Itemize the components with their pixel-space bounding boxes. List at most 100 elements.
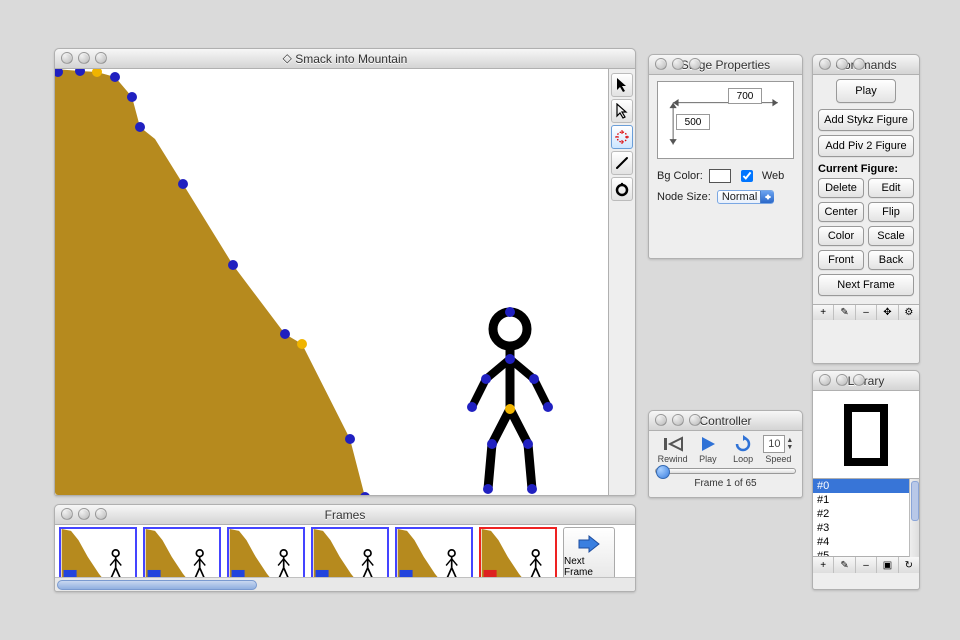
circle-tool[interactable]: [611, 177, 633, 201]
lib-edit-icon[interactable]: ✎: [834, 557, 855, 573]
library-item[interactable]: #3: [813, 521, 919, 535]
poly-node[interactable]: [127, 92, 137, 102]
stage-dimensions-box: [657, 81, 794, 159]
play-button[interactable]: Play: [693, 435, 723, 464]
delete-button[interactable]: Delete: [818, 178, 864, 198]
edit-button[interactable]: Edit: [868, 178, 914, 198]
line-tool[interactable]: [611, 151, 633, 175]
web-checkbox[interactable]: [741, 170, 753, 182]
front-button[interactable]: Front: [818, 250, 864, 270]
library-scrollbar[interactable]: [909, 479, 919, 557]
select-tool[interactable]: [611, 73, 633, 97]
frames-scrollbar[interactable]: [55, 577, 635, 591]
lib-refresh-icon[interactable]: ↻: [899, 557, 919, 573]
library-preview: [813, 391, 919, 479]
library-item[interactable]: #0: [813, 479, 919, 493]
close-button[interactable]: [61, 52, 73, 64]
center-button[interactable]: Center: [818, 202, 864, 222]
rewind-button[interactable]: Rewind: [658, 435, 688, 464]
commands-toolbar: + ✎ – ✥ ⚙: [813, 304, 919, 320]
library-item[interactable]: #2: [813, 507, 919, 521]
cmd-gear-icon[interactable]: ⚙: [899, 305, 919, 320]
library-titlebar[interactable]: Library: [813, 371, 919, 391]
zoom-button[interactable]: [95, 52, 107, 64]
poly-node[interactable]: [110, 72, 120, 82]
stage-canvas[interactable]: [55, 69, 635, 495]
add-stykz-figure-button[interactable]: Add Stykz Figure: [818, 109, 914, 131]
traffic-lights[interactable]: [61, 52, 107, 64]
cmd-move-icon[interactable]: ✥: [877, 305, 898, 320]
stage-properties-window: Stage Properties Bg Color: Web Node Size…: [648, 54, 803, 259]
frame-slider[interactable]: [655, 468, 796, 474]
node-size-select[interactable]: Normal: [717, 191, 774, 203]
poly-node[interactable]: [228, 260, 238, 270]
library-list[interactable]: #0#1#2#3#4#5: [813, 479, 919, 557]
poly-node[interactable]: [135, 122, 145, 132]
minimize-button[interactable]: [836, 374, 848, 386]
node-size-label: Node Size:: [657, 191, 711, 203]
minimize-button[interactable]: [672, 414, 684, 426]
cmd-add-icon[interactable]: +: [813, 305, 834, 320]
scale-button[interactable]: Scale: [868, 226, 914, 246]
zoom-button[interactable]: [689, 414, 701, 426]
next-frame-button[interactable]: Next Frame: [818, 274, 914, 296]
cmd-remove-icon[interactable]: –: [856, 305, 877, 320]
close-button[interactable]: [819, 58, 831, 70]
poly-node[interactable]: [178, 179, 188, 189]
color-button[interactable]: Color: [818, 226, 864, 246]
back-button[interactable]: Back: [868, 250, 914, 270]
library-item[interactable]: #4: [813, 535, 919, 549]
chevron-updown-icon: [760, 191, 774, 203]
minimize-button[interactable]: [78, 52, 90, 64]
poly-node[interactable]: [345, 434, 355, 444]
close-button[interactable]: [819, 374, 831, 386]
poly-node[interactable]: [280, 329, 290, 339]
stage-height-input[interactable]: [676, 114, 710, 130]
mountain-shape[interactable]: [55, 69, 365, 495]
close-button[interactable]: [61, 508, 73, 520]
minimize-button[interactable]: [672, 58, 684, 70]
speed-stepper[interactable]: 10▲▼ Speed: [763, 435, 793, 464]
library-item[interactable]: #5: [813, 549, 919, 557]
stick-figure[interactable]: [467, 307, 553, 494]
main-titlebar[interactable]: ◇ Smack into Mountain: [55, 49, 635, 69]
minimize-button[interactable]: [78, 508, 90, 520]
polyfill-tool[interactable]: [611, 125, 633, 149]
flip-button[interactable]: Flip: [868, 202, 914, 222]
zoom-button[interactable]: [95, 508, 107, 520]
lib-add-icon[interactable]: +: [813, 557, 834, 573]
zoom-button[interactable]: [853, 58, 865, 70]
zoom-button[interactable]: [853, 374, 865, 386]
add-piv2-figure-button[interactable]: Add Piv 2 Figure: [818, 135, 914, 157]
subselect-tool[interactable]: [611, 99, 633, 123]
zoom-button[interactable]: [689, 58, 701, 70]
cmd-edit-icon[interactable]: ✎: [834, 305, 855, 320]
play-button[interactable]: Play: [836, 79, 896, 103]
poly-node[interactable]: [297, 339, 307, 349]
web-label: Web: [762, 170, 784, 182]
bg-color-swatch[interactable]: [709, 169, 731, 183]
slider-knob[interactable]: [656, 465, 670, 479]
controller-titlebar[interactable]: Controller: [649, 411, 802, 431]
library-window: Library #0#1#2#3#4#5 + ✎ – ▣ ↻: [812, 370, 920, 590]
scrollbar-thumb[interactable]: [57, 580, 257, 590]
commands-window: Commands Play Add Stykz Figure Add Piv 2…: [812, 54, 920, 364]
dirty-indicator-icon: ◇: [283, 51, 292, 65]
close-button[interactable]: [655, 58, 667, 70]
frames-window: Frames Next Frame: [54, 504, 636, 592]
close-button[interactable]: [655, 414, 667, 426]
loop-button[interactable]: Loop: [728, 435, 758, 464]
frames-strip: Next Frame: [55, 525, 635, 577]
bg-color-label: Bg Color:: [657, 170, 703, 182]
frames-titlebar[interactable]: Frames: [55, 505, 635, 525]
stage-width-input[interactable]: [728, 88, 762, 104]
controller-window: Controller Rewind Play Loop 10▲▼ Speed F…: [648, 410, 803, 498]
commands-titlebar[interactable]: Commands: [813, 55, 919, 75]
stage-titlebar[interactable]: Stage Properties: [649, 55, 802, 75]
lib-remove-icon[interactable]: –: [856, 557, 877, 573]
lib-folder-icon[interactable]: ▣: [877, 557, 898, 573]
minimize-button[interactable]: [836, 58, 848, 70]
main-window: ◇ Smack into Mountain: [54, 48, 636, 496]
library-item[interactable]: #1: [813, 493, 919, 507]
current-figure-label: Current Figure:: [818, 163, 914, 175]
